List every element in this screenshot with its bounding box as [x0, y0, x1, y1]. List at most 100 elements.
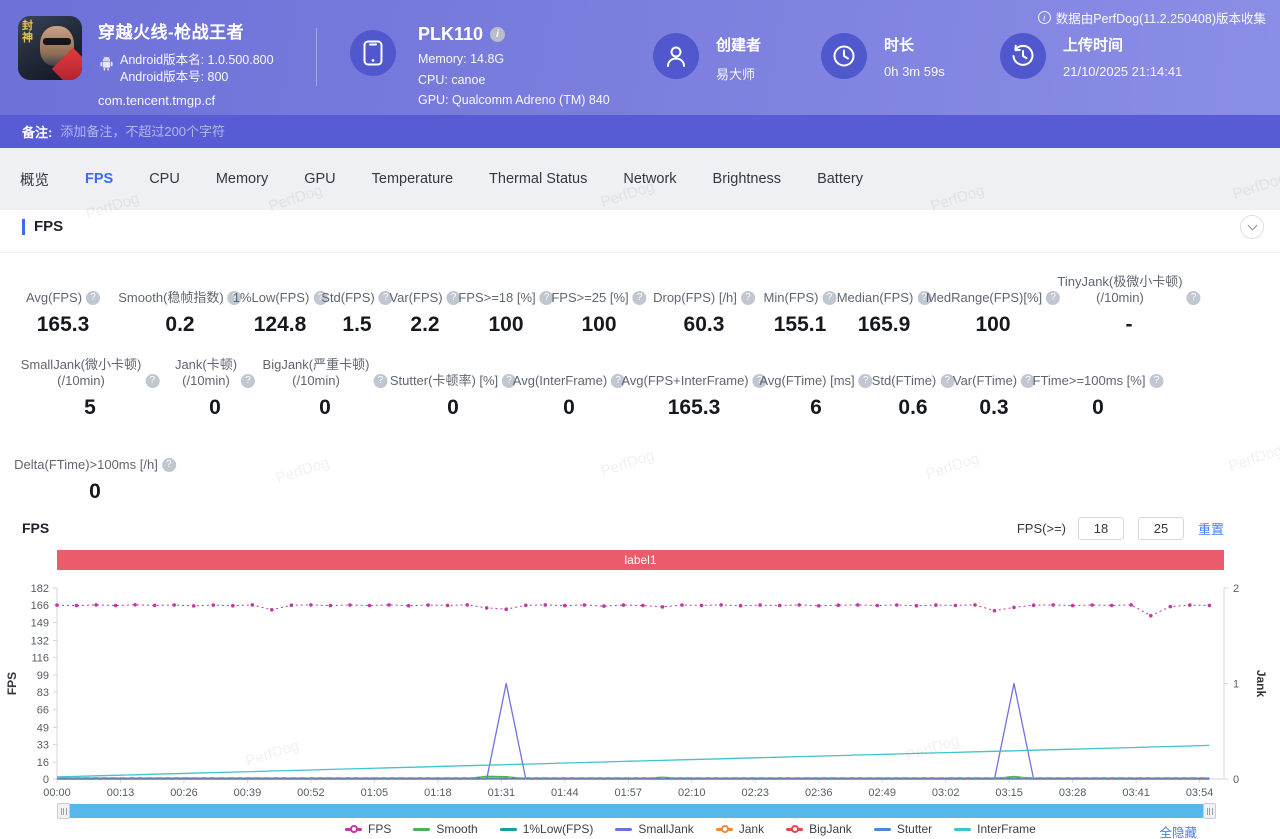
stat-label: Min(FPS) — [763, 290, 819, 305]
stat-label: Std(FPS) — [321, 290, 375, 305]
stat-cell: Std(FPS)? 1.5 — [321, 273, 393, 337]
help-icon[interactable]: ? — [241, 374, 256, 388]
collapse-section-button[interactable] — [1240, 215, 1264, 239]
tab-battery[interactable]: Battery — [817, 171, 863, 187]
stat-value: 100 — [975, 313, 1011, 336]
stat-label: 1%Low(FPS) — [232, 290, 310, 305]
stat-cell: Drop(FPS) [/h]? 60.3 — [653, 273, 755, 337]
creator-icon-circle — [653, 33, 699, 79]
scrollbar-right-handle[interactable] — [1203, 803, 1216, 819]
svg-text:02:49: 02:49 — [868, 787, 896, 799]
hide-all-link[interactable]: 全隐藏 — [1159, 822, 1197, 839]
legend-label: Jank — [738, 822, 765, 836]
legend-item-fps[interactable]: FPS — [345, 822, 391, 836]
history-clock-icon — [1012, 44, 1034, 66]
tab-network[interactable]: Network — [623, 171, 676, 187]
tab-fps[interactable]: FPS — [85, 171, 113, 187]
stat-value: 1.5 — [342, 313, 372, 336]
help-icon[interactable]: ? — [1186, 291, 1201, 305]
remark-input[interactable] — [60, 124, 661, 139]
stat-label: BigJank(严重卡顿) (/10min) — [262, 357, 370, 388]
svg-text:149: 149 — [31, 618, 49, 630]
stat-cell: Avg(FTime) [ms]? 6 — [759, 356, 873, 420]
svg-text:83: 83 — [37, 687, 49, 699]
fps-threshold-label: FPS(>=) — [1016, 521, 1066, 536]
help-icon[interactable]: ? — [740, 291, 755, 305]
tab-temperature[interactable]: Temperature — [372, 171, 453, 187]
help-icon[interactable]: ? — [86, 291, 101, 305]
help-icon[interactable]: ? — [145, 374, 160, 388]
help-icon[interactable]: ? — [161, 458, 176, 472]
stat-value: 0 — [1092, 396, 1104, 419]
fps-line-chart[interactable]: 0 16 33 49 66 83 99 116 132 149 166 182 0 1 2 00:00 00:1… — [0, 572, 1280, 803]
person-icon — [667, 46, 685, 67]
svg-text:01:05: 01:05 — [361, 787, 389, 799]
legend-item-bigjank[interactable]: BigJank — [786, 822, 852, 836]
tab-brightness[interactable]: Brightness — [713, 171, 782, 187]
help-icon[interactable]: ? — [822, 291, 837, 305]
stat-value: 0 — [447, 396, 459, 419]
legend-swatch — [413, 827, 431, 831]
stat-label: SmallJank(微小卡顿) (/10min) — [20, 357, 142, 388]
stat-label: TinyJank(极微小卡顿) (/10min) — [1057, 274, 1183, 305]
legend-item-smooth[interactable]: Smooth — [413, 822, 478, 836]
fps-threshold-input-1[interactable] — [1077, 517, 1124, 540]
duration-icon-circle — [821, 33, 867, 79]
clock-icon — [833, 45, 855, 67]
stat-cell: TinyJank(极微小卡顿) (/10min)? - — [1057, 273, 1201, 337]
svg-text:00:39: 00:39 — [234, 787, 262, 799]
stat-cell: 1%Low(FPS)? 124.8 — [233, 273, 328, 337]
stat-value: - — [1125, 313, 1133, 336]
legend-item-interframe[interactable]: InterFrame — [954, 822, 1036, 836]
stat-label: Median(FPS) — [836, 290, 914, 305]
stat-value: 165.9 — [857, 313, 911, 336]
tab-memory[interactable]: Memory — [216, 171, 268, 187]
tab-概览[interactable]: 概览 — [20, 169, 49, 190]
stat-label: Delta(FTime)>100ms [/h] — [14, 457, 158, 472]
device-gpu: GPU: Qualcomm Adreno (TM) 840 — [418, 93, 610, 107]
stat-value: 155.1 — [773, 313, 827, 336]
help-icon[interactable]: ? — [858, 374, 873, 388]
chart-label1-bar[interactable]: label1 — [57, 550, 1224, 570]
stat-value: 0 — [319, 396, 331, 419]
help-icon[interactable]: ? — [373, 374, 388, 388]
svg-text:03:41: 03:41 — [1122, 787, 1150, 799]
legend-swatch — [345, 825, 362, 833]
stat-cell: Std(FTime)? 0.6 — [872, 356, 955, 420]
device-info-icon[interactable]: i — [490, 27, 506, 42]
stat-cell: Avg(FPS+InterFrame)? 165.3 — [621, 356, 767, 420]
scrollbar-left-handle[interactable] — [57, 803, 70, 819]
scrollbar-track[interactable] — [69, 804, 1205, 818]
svg-text:00:26: 00:26 — [170, 787, 198, 799]
svg-text:02:10: 02:10 — [678, 787, 706, 799]
chevron-down-icon — [1247, 220, 1257, 231]
package-name: com.tencent.tmgp.cf — [98, 93, 216, 108]
legend-item-stutter[interactable]: Stutter — [873, 822, 932, 836]
game-icon-sunglasses — [43, 38, 71, 45]
svg-text:02:23: 02:23 — [741, 787, 769, 799]
legend-item-smalljank[interactable]: SmallJank — [615, 822, 694, 836]
legend-label: Smooth — [436, 822, 478, 836]
stat-value: 0 — [209, 396, 221, 419]
collect-note-text: 数据由PerfDog(11.2.250408)版本收集 — [1055, 12, 1266, 26]
stat-value: 0.6 — [898, 396, 928, 419]
device-memory: Memory: 14.8G — [418, 52, 505, 66]
tab-gpu[interactable]: GPU — [304, 171, 335, 187]
legend-item-jank[interactable]: Jank — [715, 822, 765, 836]
tab-cpu[interactable]: CPU — [149, 171, 180, 187]
fps-threshold-input-2[interactable] — [1137, 517, 1184, 540]
fps-stats-row-2: SmallJank(微小卡顿) (/10min)? 5 Jank(卡顿) (/1… — [0, 356, 1280, 436]
reset-button[interactable]: 重置 — [1198, 519, 1224, 538]
svg-text:0: 0 — [1233, 774, 1239, 786]
stat-cell: Avg(InterFrame)? 0 — [513, 356, 626, 420]
stat-cell: Jank(卡顿) (/10min)? 0 — [175, 356, 256, 420]
tab-thermal-status[interactable]: Thermal Status — [489, 171, 587, 187]
stat-cell: BigJank(严重卡顿) (/10min)? 0 — [263, 356, 388, 420]
stat-cell: Var(FPS)? 2.2 — [389, 273, 461, 337]
legend-item-1-low-fps-[interactable]: 1%Low(FPS) — [499, 822, 593, 836]
header-divider — [316, 28, 317, 86]
help-icon[interactable]: ? — [632, 291, 647, 305]
stat-label: FTime>=100ms [%] — [1032, 373, 1146, 388]
help-icon[interactable]: ? — [1149, 374, 1164, 388]
svg-text:16: 16 — [37, 757, 49, 769]
